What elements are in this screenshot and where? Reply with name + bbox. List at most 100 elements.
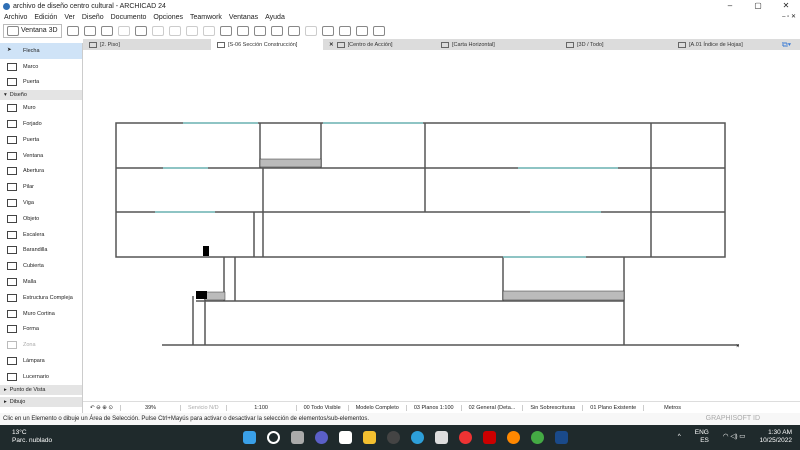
- cut-icon[interactable]: [202, 25, 215, 36]
- 3d-box-icon[interactable]: [66, 25, 79, 36]
- store-icon[interactable]: [435, 431, 448, 444]
- tool-lámpara[interactable]: Lámpara: [0, 353, 82, 369]
- tool-forjado[interactable]: Forjado: [0, 116, 82, 132]
- dell-icon[interactable]: [387, 431, 400, 444]
- menu-edicion[interactable]: Edición: [34, 14, 57, 21]
- menu-opciones[interactable]: Opciones: [153, 14, 183, 21]
- tab-seccion[interactable]: [S-06 Sección Construcción]: [211, 39, 323, 50]
- scale-field[interactable]: 1:100: [227, 404, 297, 411]
- camera-icon[interactable]: [321, 25, 334, 36]
- tab-carta-horizontal[interactable]: [Carta Horizontal]: [435, 39, 560, 50]
- tool-lucernario[interactable]: Lucernario: [0, 369, 82, 385]
- search-icon[interactable]: [267, 431, 280, 444]
- menu-teamwork[interactable]: Teamwork: [190, 14, 222, 21]
- chrome-icon[interactable]: [459, 431, 472, 444]
- zoom-controls[interactable]: ↶ ⊖ ⊕ ⊙: [83, 404, 122, 411]
- maximize-button[interactable]: ▢: [744, 0, 772, 12]
- tab-label: [S-06 Sección Construcción]: [228, 41, 298, 48]
- walk-icon[interactable]: [100, 25, 113, 36]
- close-tab-icon[interactable]: ✕: [329, 42, 334, 48]
- tool-abertura[interactable]: Abertura: [0, 164, 82, 180]
- ventana-3d-button[interactable]: Ventana 3D: [3, 23, 62, 38]
- section-punto-de-vista[interactable]: ▸ Punto de Vista: [0, 384, 82, 395]
- tab-indice-hojas[interactable]: [A.01 Índice de Hojas]: [672, 39, 782, 50]
- filter-icon[interactable]: [185, 25, 198, 36]
- sun-icon[interactable]: [236, 25, 249, 36]
- wifi-volume-battery-icon[interactable]: ◠ ◁) ▭: [723, 433, 746, 441]
- tab-2-piso[interactable]: [2. Piso]: [83, 39, 211, 50]
- tool-barandilla[interactable]: Barandilla: [0, 243, 82, 259]
- teams-icon[interactable]: [315, 431, 328, 444]
- tool-puerta[interactable]: Puerta: [0, 132, 82, 148]
- minimize-button[interactable]: –: [716, 0, 744, 12]
- tool-cubierta[interactable]: Cubierta: [0, 258, 82, 274]
- tool-flecha[interactable]: ➤ Flecha: [0, 43, 82, 59]
- renovation-field[interactable]: 01 Plano Existente: [583, 404, 645, 411]
- model-field[interactable]: Modelo Completo: [349, 404, 407, 411]
- section-diseno[interactable]: ▾ Diseño: [0, 90, 82, 101]
- render-icon[interactable]: [270, 25, 283, 36]
- file-explorer-icon[interactable]: [363, 431, 376, 444]
- chrome-profile-icon[interactable]: [531, 431, 544, 444]
- tabs-menu-icon[interactable]: ⧉▾: [782, 40, 791, 50]
- publish-icon[interactable]: [287, 25, 300, 36]
- explore-icon[interactable]: [134, 25, 147, 36]
- menu-documento[interactable]: Documento: [111, 14, 147, 21]
- menu-diseno[interactable]: Diseño: [82, 14, 104, 21]
- menu-ver[interactable]: Ver: [64, 14, 75, 21]
- close-button[interactable]: ✕: [772, 0, 800, 12]
- pens-field[interactable]: 03 Planos 1:100: [407, 404, 462, 411]
- archicad-icon[interactable]: [555, 431, 568, 444]
- tool-malla[interactable]: Malla: [0, 274, 82, 290]
- section-dibujo[interactable]: ▸ Dibujo: [0, 396, 82, 407]
- menu-ayuda[interactable]: Ayuda: [265, 14, 285, 21]
- tool-muro-cortina[interactable]: Muro Cortina: [0, 306, 82, 322]
- task-view-icon[interactable]: [291, 431, 304, 444]
- mvo-field[interactable]: 02 General (Deta...: [462, 404, 524, 411]
- app-icon[interactable]: [339, 431, 352, 444]
- person-icon[interactable]: [117, 25, 130, 36]
- tool-viga[interactable]: Viga: [0, 195, 82, 211]
- share-icon[interactable]: [372, 25, 385, 36]
- mcafee-icon[interactable]: [483, 431, 496, 444]
- zoom-level[interactable]: 39%: [121, 404, 182, 411]
- publish2-icon[interactable]: [304, 25, 317, 36]
- service-field[interactable]: Servicio N/D: [181, 404, 227, 411]
- weather-widget[interactable]: 13°C Parc. nublado: [12, 429, 52, 445]
- drawing-canvas[interactable]: ×: [83, 50, 800, 401]
- tool-label: Puerta: [23, 79, 40, 86]
- menu-archivo[interactable]: Archivo: [4, 14, 27, 21]
- section-icon[interactable]: [168, 25, 181, 36]
- tab-3d-todo[interactable]: [3D / Todo]: [560, 39, 672, 50]
- grid-icon[interactable]: [151, 25, 164, 36]
- override-field[interactable]: Sin Sobrescrituras: [523, 404, 584, 411]
- tool-ventana[interactable]: Ventana: [0, 148, 82, 164]
- layers-icon[interactable]: [219, 25, 232, 36]
- light-icon[interactable]: [253, 25, 266, 36]
- edge-icon[interactable]: [411, 431, 424, 444]
- tool-marco[interactable]: Marco: [0, 59, 82, 75]
- model-icon[interactable]: [338, 25, 351, 36]
- tool-escalera[interactable]: Escalera: [0, 227, 82, 243]
- graphisoft-id-button[interactable]: GRAPHISOFT ID: [706, 413, 760, 425]
- navigate-icon[interactable]: [355, 25, 368, 36]
- units-field[interactable]: Metros: [644, 405, 688, 411]
- clock[interactable]: 1:30 AM 10/25/2022: [759, 429, 792, 445]
- tool-estructura-compleja[interactable]: Estructura Compleja: [0, 290, 82, 306]
- tool-forma[interactable]: Forma: [0, 322, 82, 338]
- start-icon[interactable]: [243, 431, 256, 444]
- tray-chevron-icon[interactable]: ^: [678, 433, 681, 441]
- layers-field[interactable]: 00 Todo Visible: [297, 404, 349, 411]
- tool-objeto[interactable]: Objeto: [0, 211, 82, 227]
- tool-pilar[interactable]: Pilar: [0, 179, 82, 195]
- tool-zona[interactable]: Zona: [0, 337, 82, 353]
- 3d-view-icon[interactable]: [83, 25, 96, 36]
- tool-puerta-top[interactable]: Puerta: [0, 75, 82, 91]
- doc-window-controls[interactable]: – ▫ ✕: [782, 13, 796, 20]
- tool-muro[interactable]: Muro: [0, 100, 82, 116]
- menu-ventanas[interactable]: Ventanas: [229, 14, 258, 21]
- tab-centro-accion[interactable]: ✕ [Centro de Acción]: [323, 39, 435, 50]
- action-icon: [336, 41, 345, 48]
- language-indicator[interactable]: ENG ES: [695, 429, 709, 445]
- vpn-icon[interactable]: [507, 431, 520, 444]
